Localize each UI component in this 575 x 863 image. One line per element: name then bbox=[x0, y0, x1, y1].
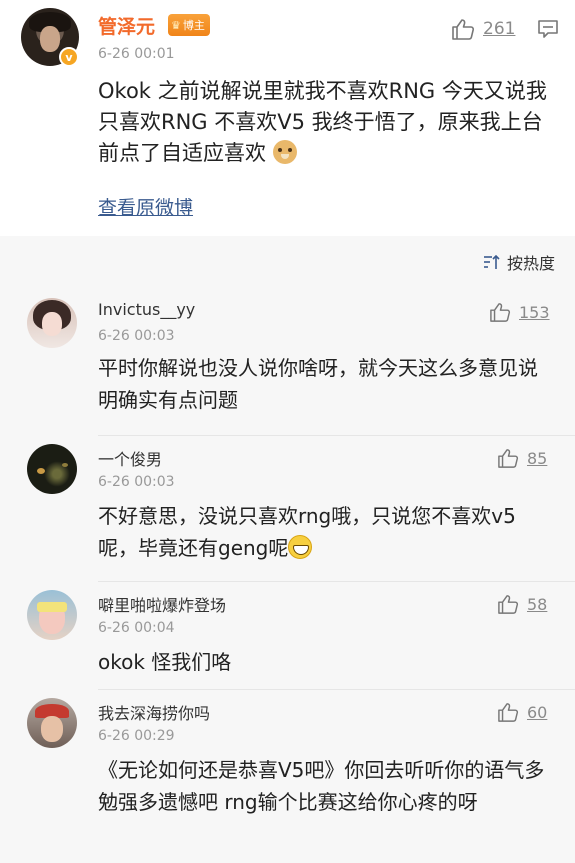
sort-label: 按热度 bbox=[506, 254, 555, 273]
crown-icon: ♛ bbox=[171, 18, 181, 32]
sort-icon bbox=[483, 254, 501, 270]
doge-emoji bbox=[272, 140, 297, 164]
main-post: v 管泽元 ♛ 博主 6-26 00:01 261 Okok 之前说解说里就我不… bbox=[0, 0, 575, 236]
commenter-name[interactable]: Invictus__yy bbox=[98, 300, 195, 319]
commenter-name[interactable]: 噼里啪啦爆炸登场 bbox=[98, 592, 226, 616]
comment-like-button[interactable]: 58 bbox=[497, 594, 547, 614]
view-original-link[interactable]: 查看原微博 bbox=[98, 193, 193, 220]
comment-button[interactable] bbox=[537, 19, 559, 39]
divider bbox=[98, 581, 575, 582]
comment-timestamp: 6-26 00:29 bbox=[98, 728, 175, 744]
comment-like-count: 60 bbox=[527, 702, 548, 722]
comment-icon bbox=[537, 19, 559, 39]
thumb-up-icon bbox=[497, 702, 519, 722]
comment-like-button[interactable]: 60 bbox=[497, 702, 547, 722]
commenter-avatar[interactable] bbox=[27, 298, 77, 348]
divider bbox=[98, 435, 575, 436]
comment-like-button[interactable]: 85 bbox=[497, 448, 547, 468]
comment-like-count: 58 bbox=[527, 594, 548, 614]
comment-text: 平时你解说也没人说你啥呀，就今天这么多意见说明确实有点问题 bbox=[98, 356, 538, 412]
post-like-button[interactable]: 261 bbox=[451, 18, 515, 40]
sort-by-hot-button[interactable]: 按热度 bbox=[483, 250, 555, 274]
comment-timestamp: 6-26 00:03 bbox=[98, 328, 175, 344]
comment-text: 不好意思，没说只喜欢rng哦，只说您不喜欢v5呢，毕竟还有geng呢 bbox=[98, 500, 550, 564]
comments-section: 按热度 Invictus__yy 6-26 00:03 153 平时你解说也没人… bbox=[0, 236, 575, 863]
commenter-avatar[interactable] bbox=[27, 590, 77, 640]
post-text-content: Okok 之前说解说里就我不喜欢RNG 今天又说我只喜欢RNG 不喜欢V5 我终… bbox=[98, 79, 547, 165]
comment-like-count: 85 bbox=[527, 448, 548, 468]
comment-timestamp: 6-26 00:04 bbox=[98, 620, 175, 636]
comment-like-count: 153 bbox=[519, 302, 550, 322]
comment-text: okok 怪我们咯 bbox=[98, 650, 232, 674]
commenter-avatar[interactable] bbox=[27, 698, 77, 748]
post-like-count: 261 bbox=[483, 19, 516, 39]
post-author-name[interactable]: 管泽元 bbox=[98, 12, 155, 39]
commenter-name[interactable]: 我去深海捞你吗 bbox=[98, 700, 210, 724]
thumb-up-icon bbox=[497, 448, 519, 468]
blogger-badge-label: 博主 bbox=[182, 19, 205, 32]
verified-badge: v bbox=[59, 47, 79, 67]
comment-text: 《无论如何还是恭喜V5吧》你回去听听你的语气多勉强多遗憾吧 rng输个比赛这给你… bbox=[98, 758, 545, 814]
blogger-badge: ♛ 博主 bbox=[168, 14, 210, 36]
thumb-up-icon bbox=[489, 302, 511, 322]
comment-timestamp: 6-26 00:03 bbox=[98, 474, 175, 490]
thumb-up-icon bbox=[497, 594, 519, 614]
post-text: Okok 之前说解说里就我不喜欢RNG 今天又说我只喜欢RNG 不喜欢V5 我终… bbox=[98, 76, 560, 169]
commenter-name[interactable]: 一个俊男 bbox=[98, 446, 162, 470]
thumb-up-icon bbox=[451, 18, 475, 40]
grin-emoji bbox=[288, 535, 313, 559]
commenter-avatar[interactable] bbox=[27, 444, 77, 494]
post-timestamp: 6-26 00:01 bbox=[98, 46, 175, 62]
divider bbox=[98, 689, 575, 690]
comment-like-button[interactable]: 153 bbox=[489, 302, 550, 322]
